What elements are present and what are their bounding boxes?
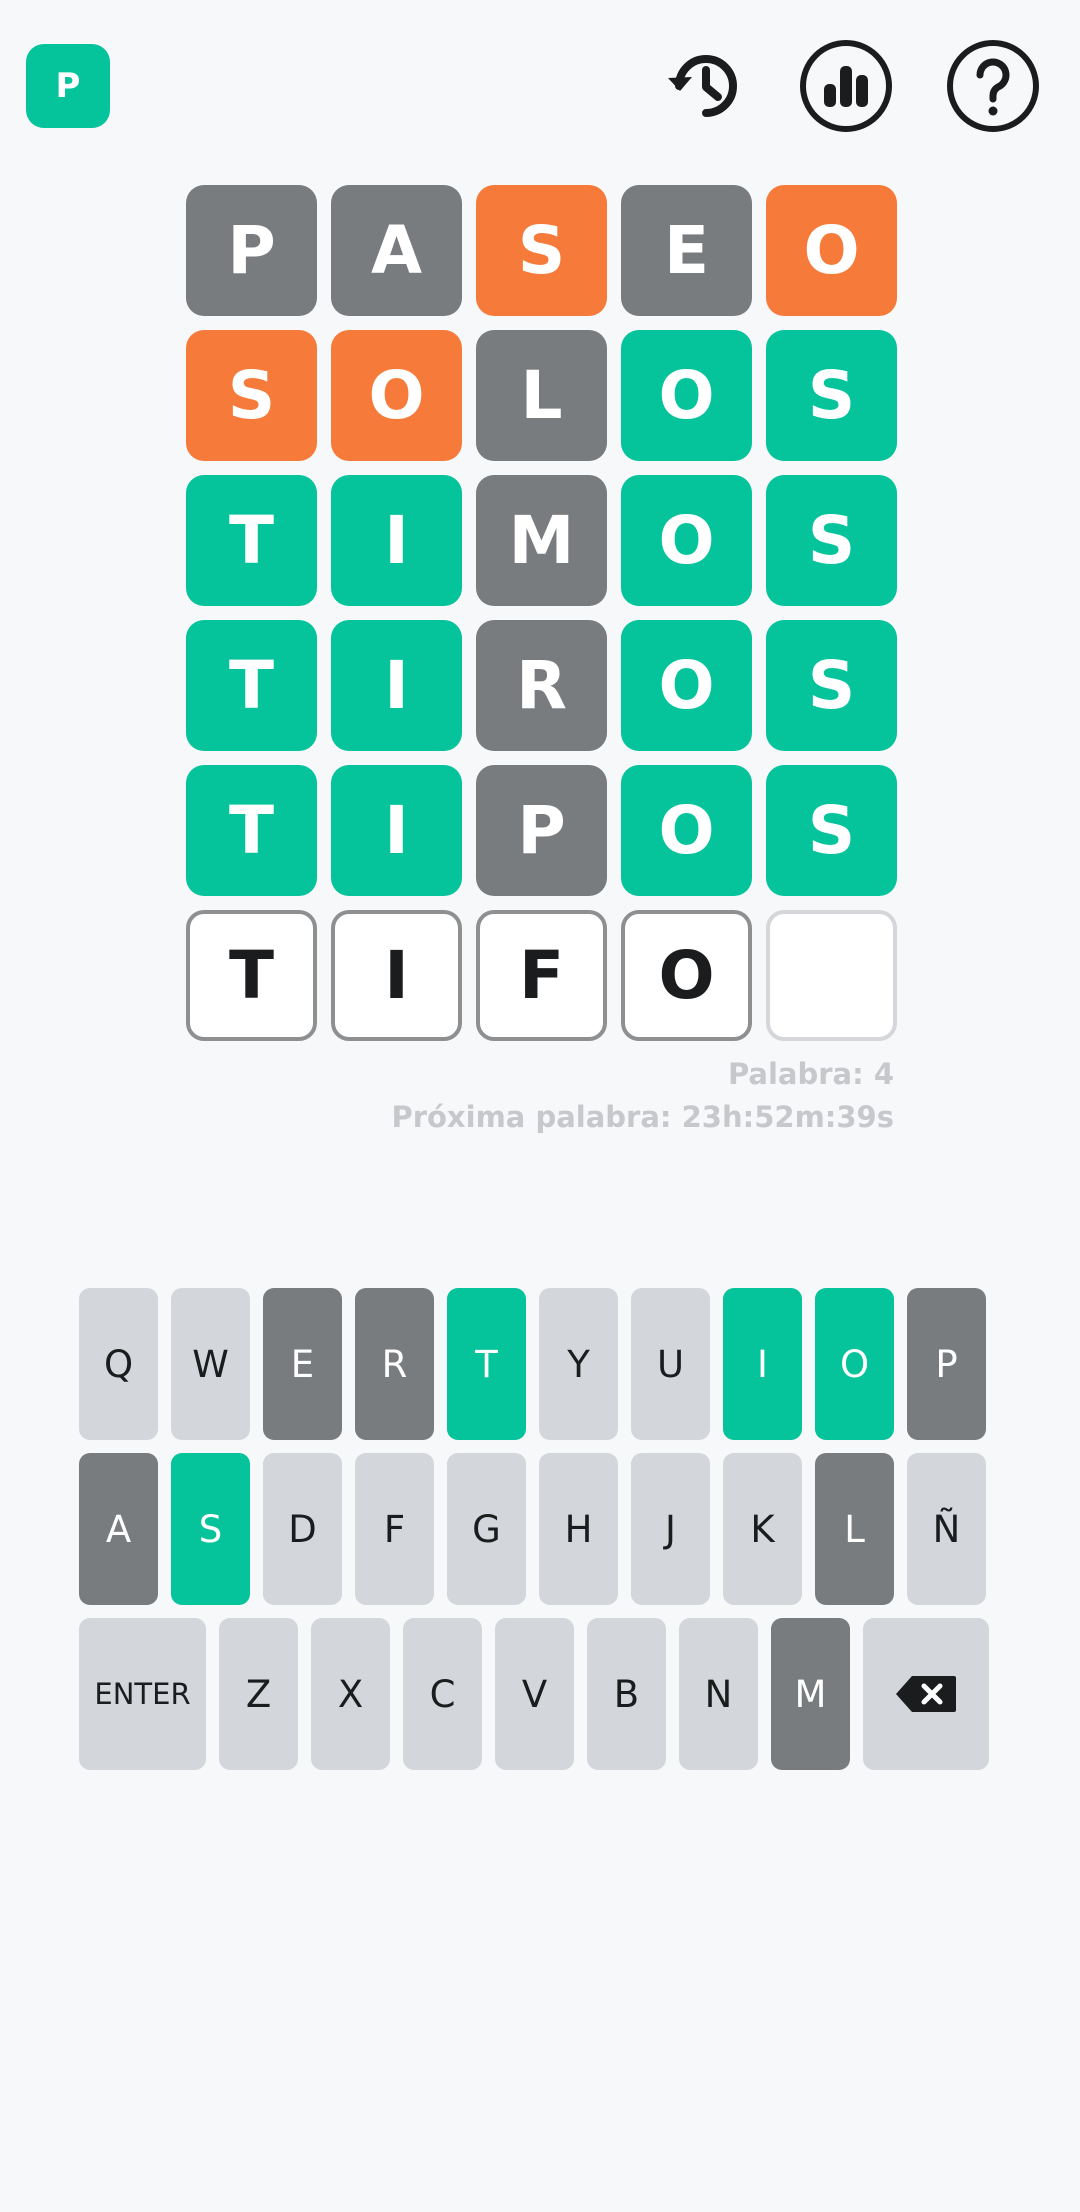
board-tile: T: [186, 620, 317, 751]
board-tile: O: [621, 475, 752, 606]
on-screen-keyboard: Q W E R T Y U I O P A S D F G H J K L Ñ ENTER Z X C V B N M: [79, 1288, 989, 1783]
key-m[interactable]: M: [771, 1618, 850, 1770]
keyboard-row: QWERTYUIOP: [79, 1288, 989, 1440]
board-tile: O: [766, 185, 897, 316]
board-tile: I: [331, 620, 462, 751]
board-tile: O: [621, 330, 752, 461]
key-l[interactable]: L: [815, 1453, 894, 1605]
backspace-key[interactable]: [863, 1618, 989, 1770]
board-tile: S: [186, 330, 317, 461]
board-tile: A: [331, 185, 462, 316]
backspace-icon: [896, 1676, 956, 1712]
next-word-countdown: Próxima palabra: 23h:52m:39s: [391, 1100, 894, 1134]
guess-board: PASEOSOLOSTIMOSTIROSTIPOSTIFO: [186, 185, 897, 1041]
key-w[interactable]: W: [171, 1288, 250, 1440]
key-x[interactable]: X: [311, 1618, 390, 1770]
key-c[interactable]: C: [403, 1618, 482, 1770]
key-d[interactable]: D: [263, 1453, 342, 1605]
stats-icon[interactable]: [798, 38, 894, 134]
key-z[interactable]: Z: [219, 1618, 298, 1770]
key-e[interactable]: E: [263, 1288, 342, 1440]
board-tile: O: [621, 765, 752, 896]
key-p[interactable]: P: [907, 1288, 986, 1440]
board-tile: M: [476, 475, 607, 606]
board-tile: S: [476, 185, 607, 316]
help-icon[interactable]: [945, 38, 1041, 134]
board-tile: I: [331, 475, 462, 606]
board-tile: P: [476, 765, 607, 896]
history-icon[interactable]: [658, 38, 754, 134]
board-tile: S: [766, 765, 897, 896]
board-tile: P: [186, 185, 317, 316]
key-q[interactable]: Q: [79, 1288, 158, 1440]
key-r[interactable]: R: [355, 1288, 434, 1440]
board-tile: O: [621, 910, 752, 1041]
board-tile: I: [331, 765, 462, 896]
board-tile: I: [331, 910, 462, 1041]
board-tile: O: [621, 620, 752, 751]
board-tile: T: [186, 765, 317, 896]
enter-key[interactable]: ENTER: [79, 1618, 206, 1770]
board-tile: T: [186, 910, 317, 1041]
board-tile: E: [621, 185, 752, 316]
key-a[interactable]: A: [79, 1453, 158, 1605]
key-g[interactable]: G: [447, 1453, 526, 1605]
key-b[interactable]: B: [587, 1618, 666, 1770]
board-tile: S: [766, 475, 897, 606]
key-s[interactable]: S: [171, 1453, 250, 1605]
key-j[interactable]: J: [631, 1453, 710, 1605]
board-tile: R: [476, 620, 607, 751]
keyboard-row: ENTER Z X C V B N M: [79, 1618, 989, 1770]
word-number: Palabra: 4: [727, 1057, 894, 1091]
key-i[interactable]: I: [723, 1288, 802, 1440]
board-tile: S: [766, 330, 897, 461]
key-o[interactable]: O: [815, 1288, 894, 1440]
key-ñ[interactable]: Ñ: [907, 1453, 986, 1605]
key-h[interactable]: H: [539, 1453, 618, 1605]
key-n[interactable]: N: [679, 1618, 758, 1770]
board-tile: L: [476, 330, 607, 461]
board-tile: [766, 910, 897, 1041]
key-y[interactable]: Y: [539, 1288, 618, 1440]
board-tile: T: [186, 475, 317, 606]
keyboard-row: ASDFGHJKLÑ: [79, 1453, 989, 1605]
game-info: Palabra: 4 Próxima palabra: 23h:52m:39s: [391, 1053, 894, 1139]
key-t[interactable]: T: [447, 1288, 526, 1440]
key-u[interactable]: U: [631, 1288, 710, 1440]
board-tile: F: [476, 910, 607, 1041]
app-logo[interactable]: P: [26, 44, 110, 128]
key-v[interactable]: V: [495, 1618, 574, 1770]
key-f[interactable]: F: [355, 1453, 434, 1605]
board-tile: S: [766, 620, 897, 751]
board-tile: O: [331, 330, 462, 461]
key-k[interactable]: K: [723, 1453, 802, 1605]
game-screen: P PASEOSOLOSTIMOSTIROSTIPOSTIFO Palabra:…: [0, 0, 1080, 2212]
